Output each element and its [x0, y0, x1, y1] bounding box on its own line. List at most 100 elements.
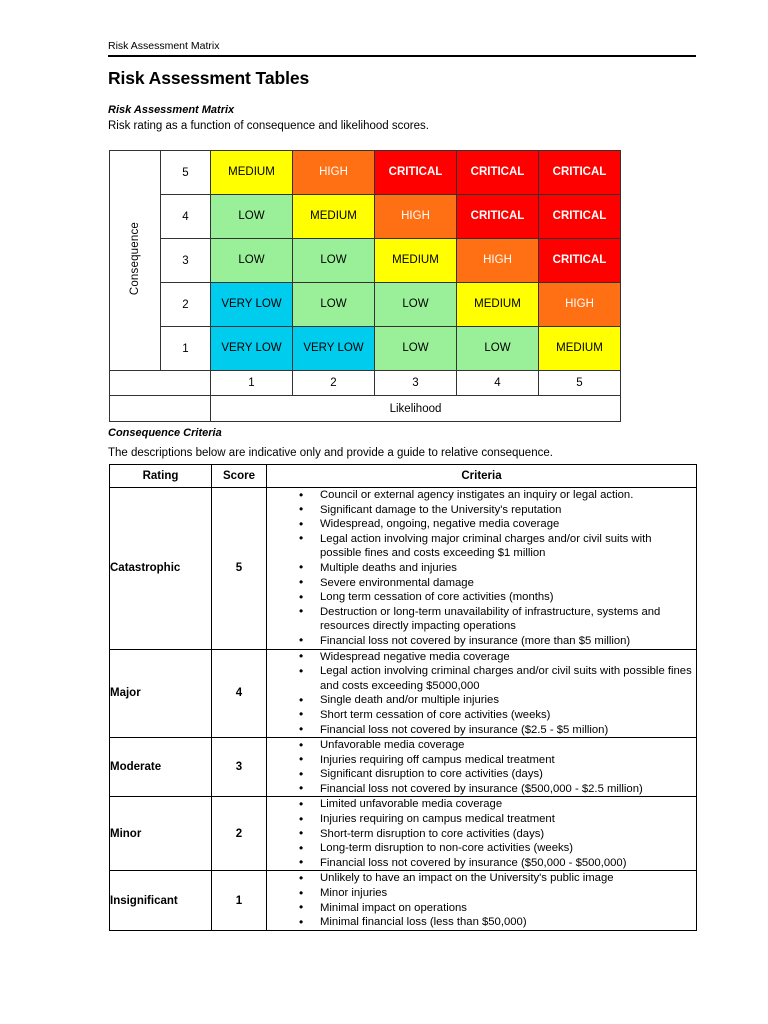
- matrix-risk-cell-verylow: VERY LOW: [210, 282, 293, 327]
- matrix-row: 2 VERY LOW LOW LOW MEDIUM HIGH: [110, 282, 621, 327]
- criteria-bullet-list: Council or external agency instigates an…: [267, 488, 696, 649]
- criteria-description-cell: Unlikely to have an impact on the Univer…: [266, 870, 697, 931]
- criteria-bullet-item: Significant damage to the University's r…: [299, 502, 696, 518]
- criteria-bullet-item: Widespread, ongoing, negative media cove…: [299, 517, 696, 532]
- criteria-score-cell: 4: [211, 648, 267, 739]
- criteria-score-cell: 2: [211, 796, 267, 872]
- matrix-risk-cell-critical: CRITICAL: [374, 150, 457, 195]
- matrix-risk-cell-high: HIGH: [456, 238, 539, 283]
- criteria-rating-cell: Minor: [109, 796, 212, 872]
- matrix-risk-cell-critical: CRITICAL: [456, 194, 539, 239]
- risk-assessment-matrix-table: Consequence 5 MEDIUM HIGH CRITICAL CRITICAL CR…: [109, 150, 621, 422]
- consequence-score-cell: 5: [160, 150, 211, 195]
- criteria-bullet-item: Destruction or long-term unavailability …: [299, 604, 696, 634]
- column-header-rating: Rating: [109, 464, 212, 488]
- document-page: Risk Assessment Matrix Risk Assessment T…: [0, 0, 768, 1024]
- matrix-risk-cell-medium: MEDIUM: [538, 326, 621, 371]
- criteria-rating-cell: Moderate: [109, 737, 212, 798]
- matrix-corner-spacer: [109, 370, 211, 396]
- consequence-score-cell: 1: [160, 326, 211, 371]
- consequence-score-cell: 4: [160, 194, 211, 239]
- matrix-row: Consequence 5 MEDIUM HIGH CRITICAL CRITICAL CR…: [109, 150, 621, 371]
- criteria-bullet-item: Financial loss not covered by insurance …: [299, 722, 696, 738]
- likelihood-axis-label: Likelihood: [210, 395, 621, 422]
- criteria-rating-cell: Catastrophic: [109, 487, 212, 650]
- criteria-bullet-item: Injuries requiring off campus medical tr…: [299, 752, 696, 768]
- matrix-row: 1 VERY LOW VERY LOW LOW LOW MEDIUM: [110, 326, 621, 371]
- criteria-bullet-item: Financial loss not covered by insurance …: [299, 633, 696, 649]
- matrix-risk-cell-high: HIGH: [292, 150, 375, 195]
- criteria-section-heading: Consequence Criteria: [108, 427, 222, 439]
- criteria-description-cell: Council or external agency instigates an…: [266, 487, 697, 650]
- criteria-score-cell: 3: [211, 737, 267, 798]
- matrix-risk-cell-low: LOW: [292, 282, 375, 327]
- matrix-risk-cell-high: HIGH: [538, 282, 621, 327]
- matrix-risk-cell-medium: MEDIUM: [292, 194, 375, 239]
- matrix-corner-spacer: [109, 395, 211, 422]
- consequence-axis-label-cell: Consequence: [109, 150, 161, 371]
- matrix-risk-cell-low: LOW: [292, 238, 375, 283]
- consequence-score-cell: 3: [160, 238, 211, 283]
- criteria-bullet-item: Minimal financial loss (less than $50,00…: [299, 915, 696, 930]
- consequence-criteria-container: Rating Score Criteria Catastrophic5 Counc…: [109, 464, 697, 931]
- likelihood-score-cell: 1: [210, 370, 293, 396]
- running-header-text: Risk Assessment Matrix: [108, 40, 220, 52]
- likelihood-axis-row: Likelihood: [109, 395, 621, 422]
- matrix-risk-cell-medium: MEDIUM: [456, 282, 539, 327]
- criteria-description-cell: Limited unfavorable media coverageInjuri…: [266, 796, 697, 872]
- likelihood-score-cell: 4: [456, 370, 539, 396]
- likelihood-score-cell: 3: [374, 370, 457, 396]
- criteria-header-row: Rating Score Criteria: [109, 464, 697, 488]
- criteria-bullet-list: Widespread negative media coverageLegal …: [267, 649, 696, 738]
- matrix-risk-cell-low: LOW: [210, 238, 293, 283]
- header-divider-rule: [108, 55, 696, 57]
- criteria-bullet-list: Unfavorable media coverageInjuries requi…: [267, 738, 696, 796]
- consequence-criteria-table: Rating Score Criteria Catastrophic5 Counc…: [109, 464, 697, 931]
- column-header-criteria: Criteria: [266, 464, 697, 488]
- column-header-score: Score: [211, 464, 267, 488]
- matrix-risk-cell-medium: MEDIUM: [210, 150, 293, 195]
- matrix-section-heading: Risk Assessment Matrix: [108, 104, 235, 116]
- criteria-bullet-item: Legal action involving criminal charges …: [299, 664, 696, 693]
- likelihood-score-cell: 5: [538, 370, 621, 396]
- criteria-bullet-item: Short-term disruption to core activities…: [299, 826, 696, 842]
- criteria-rating-cell: Insignificant: [109, 870, 212, 931]
- criteria-bullet-item: Unfavorable media coverage: [299, 738, 696, 753]
- criteria-bullet-item: Financial loss not covered by insurance …: [299, 855, 696, 871]
- criteria-bullet-item: Limited unfavorable media coverage: [299, 797, 696, 812]
- criteria-bullet-item: Significant disruption to core activitie…: [299, 767, 696, 782]
- risk-matrix-container: Consequence 5 MEDIUM HIGH CRITICAL CRITICAL CR…: [109, 150, 621, 422]
- consequence-score-cell: 2: [160, 282, 211, 327]
- matrix-risk-cell-critical: CRITICAL: [456, 150, 539, 195]
- criteria-bullet-item: Financial loss not covered by insurance …: [299, 781, 696, 797]
- consequence-axis-label: Consequence: [129, 222, 141, 296]
- matrix-risk-cell-verylow: VERY LOW: [292, 326, 375, 371]
- matrix-risk-cell-critical: CRITICAL: [538, 150, 621, 195]
- criteria-bullet-item: Long term cessation of core activities (…: [299, 590, 696, 605]
- criteria-description-cell: Unfavorable media coverageInjuries requi…: [266, 737, 697, 798]
- page-title: Risk Assessment Tables: [108, 68, 310, 88]
- matrix-row: 3 LOW LOW MEDIUM HIGH CRITICAL: [110, 238, 621, 283]
- criteria-bullet-item: Widespread negative media coverage: [299, 649, 696, 665]
- matrix-risk-cell-medium: MEDIUM: [374, 238, 457, 283]
- criteria-bullet-item: Council or external agency instigates an…: [299, 488, 696, 503]
- matrix-risk-cell-critical: CRITICAL: [538, 238, 621, 283]
- criteria-bullet-item: Minimal impact on operations: [299, 900, 696, 916]
- matrix-row: 4 LOW MEDIUM HIGH CRITICAL CRITICAL: [110, 194, 621, 239]
- criteria-bullet-item: Multiple deaths and injuries: [299, 560, 696, 576]
- matrix-risk-cell-low: LOW: [374, 326, 457, 371]
- criteria-table-row: Major4Widespread negative media coverage…: [109, 648, 697, 739]
- likelihood-score-cell: 2: [292, 370, 375, 396]
- criteria-table-row: Moderate3Unfavorable media coverageInjur…: [109, 737, 697, 798]
- criteria-score-cell: 5: [211, 487, 267, 650]
- criteria-bullet-item: Short term cessation of core activities …: [299, 707, 696, 723]
- criteria-bullet-item: Single death and/or multiple injuries: [299, 693, 696, 708]
- document-running-header: Risk Assessment Matrix: [108, 40, 696, 57]
- criteria-bullet-list: Unlikely to have an impact on the Univer…: [267, 871, 696, 929]
- matrix-risk-cell-high: HIGH: [374, 194, 457, 239]
- criteria-bullet-item: Legal action involving major criminal ch…: [299, 531, 696, 561]
- matrix-risk-cell-verylow: VERY LOW: [210, 326, 293, 371]
- criteria-bullet-item: Long-term disruption to non-core activit…: [299, 841, 696, 856]
- criteria-bullet-item: Severe environmental damage: [299, 575, 696, 591]
- matrix-section-subtitle: Risk rating as a function of consequence…: [108, 120, 429, 132]
